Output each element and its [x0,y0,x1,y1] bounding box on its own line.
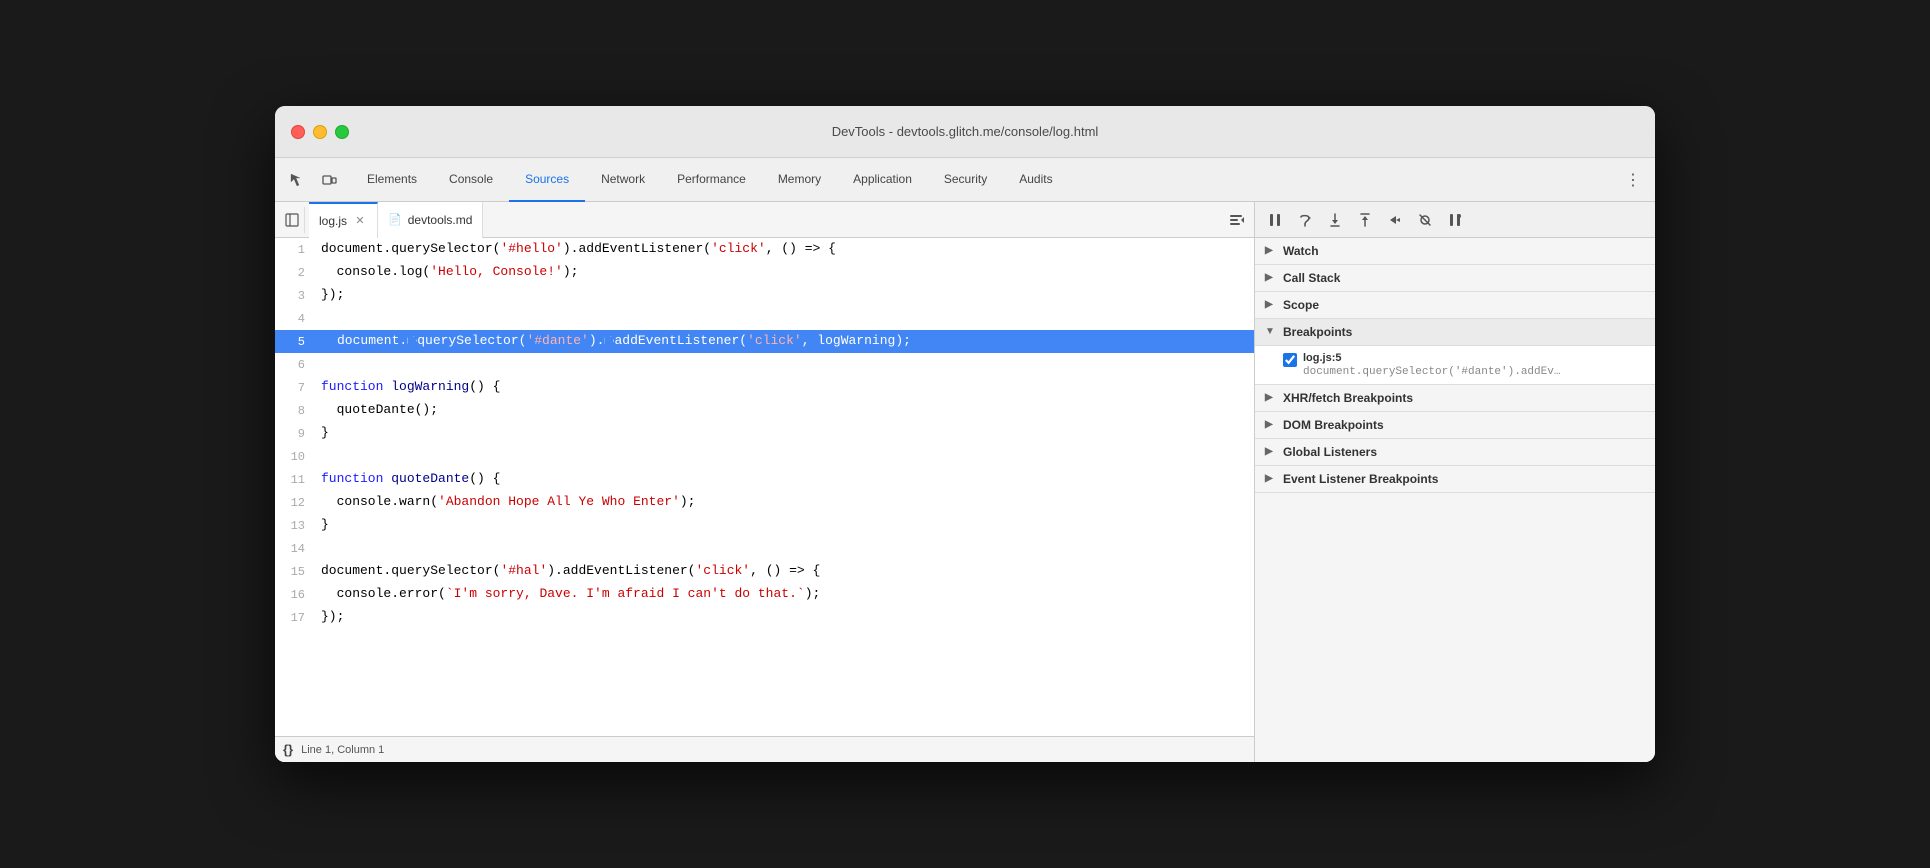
xhr-fetch-arrow-icon: ▶ [1265,392,1277,404]
cursor-position: Line 1, Column 1 [301,744,384,756]
code-line-7: 7 function logWarning() { [275,376,1254,399]
file-tabs-bar: log.js ✕ 📄 devtools.md [275,202,1254,238]
code-line-13: 13 } [275,514,1254,537]
breakpoints-arrow-icon: ▼ [1265,326,1277,338]
close-button[interactable] [291,125,305,139]
step-out-button[interactable] [1353,208,1377,232]
section-call-stack[interactable]: ▶ Call Stack [1255,265,1655,292]
maximize-button[interactable] [335,125,349,139]
code-line-16: 16 console.error(`I'm sorry, Dave. I'm a… [275,583,1254,606]
file-tab-log-js[interactable]: log.js ✕ [309,202,378,238]
status-bar: {} Line 1, Column 1 [275,736,1254,762]
breakpoint-location: log.js:5 [1303,352,1645,364]
section-global-listeners[interactable]: ▶ Global Listeners [1255,439,1655,466]
dom-bp-arrow-icon: ▶ [1265,419,1277,431]
right-sections: ▶ Watch ▶ Call Stack ▶ Scope [1255,238,1655,762]
inspect-icon[interactable] [283,166,311,194]
code-line-2: 2 console.log('Hello, Console!'); [275,261,1254,284]
more-tabs-button[interactable]: ⋮ [1619,166,1647,194]
section-scope[interactable]: ▶ Scope [1255,292,1655,319]
pretty-print-icon[interactable]: {} [283,742,293,757]
device-toolbar-icon[interactable] [315,166,343,194]
code-line-6: 6 [275,353,1254,376]
section-breakpoints[interactable]: ▼ Breakpoints [1255,319,1655,346]
pause-on-exceptions-button[interactable] [1443,208,1467,232]
tab-bar-right: ⋮ [1619,166,1647,194]
file-tabs-right [1222,206,1250,234]
breakpoint-info: log.js:5 document.querySelector('#dante'… [1303,352,1645,378]
window-title: DevTools - devtools.glitch.me/console/lo… [832,124,1099,139]
code-line-8: 8 quoteDante(); [275,399,1254,422]
code-line-3: 3 }); [275,284,1254,307]
title-bar: DevTools - devtools.glitch.me/console/lo… [275,106,1655,158]
tab-security[interactable]: Security [928,158,1003,202]
code-line-4: 4 [275,307,1254,330]
breakpoint-item: log.js:5 document.querySelector('#dante'… [1255,346,1655,384]
tab-console[interactable]: Console [433,158,509,202]
tab-application[interactable]: Application [837,158,928,202]
right-panel: ▶ Watch ▶ Call Stack ▶ Scope [1255,202,1655,762]
file-tab-devtools-md[interactable]: 📄 devtools.md [378,202,483,238]
code-line-1: 1 document.querySelector('#hello').addEv… [275,238,1254,261]
tab-performance[interactable]: Performance [661,158,762,202]
tab-memory[interactable]: Memory [762,158,837,202]
breakpoint-checkbox[interactable] [1283,353,1297,367]
global-listeners-arrow-icon: ▶ [1265,446,1277,458]
tab-audits[interactable]: Audits [1003,158,1068,202]
format-toggle-icon[interactable] [1222,206,1250,234]
section-event-listener-bp[interactable]: ▶ Event Listener Breakpoints [1255,466,1655,493]
minimize-button[interactable] [313,125,327,139]
code-line-14: 14 [275,537,1254,560]
event-listener-bp-arrow-icon: ▶ [1265,473,1277,485]
toggle-sidebar-icon[interactable] [279,207,305,233]
section-xhr-fetch[interactable]: ▶ XHR/fetch Breakpoints [1255,385,1655,412]
deactivate-breakpoints-button[interactable] [1413,208,1437,232]
code-line-10: 10 [275,445,1254,468]
section-watch[interactable]: ▶ Watch [1255,238,1655,265]
tab-sources[interactable]: Sources [509,158,585,202]
devtools-window: DevTools - devtools.glitch.me/console/lo… [275,106,1655,762]
tab-network[interactable]: Network [585,158,661,202]
main-tabs: Elements Console Sources Network Perform… [351,158,1619,202]
close-file-tab-icon[interactable]: ✕ [353,214,367,228]
step-into-button[interactable] [1323,208,1347,232]
pause-resume-button[interactable] [1263,208,1287,232]
code-editor: 1 document.querySelector('#hello').addEv… [275,238,1254,736]
code-line-11: 11 function quoteDante() { [275,468,1254,491]
tab-elements[interactable]: Elements [351,158,433,202]
tab-bar: Elements Console Sources Network Perform… [275,158,1655,202]
step-over-button[interactable] [1293,208,1317,232]
scope-arrow-icon: ▶ [1265,299,1277,311]
devtools-container: Elements Console Sources Network Perform… [275,158,1655,762]
right-toolbar [1255,202,1655,238]
tab-bar-left-icons [283,166,343,194]
call-stack-arrow-icon: ▶ [1265,272,1277,284]
traffic-lights [291,125,349,139]
breakpoint-code: document.querySelector('#dante').addEv… [1303,366,1645,378]
code-line-17: 17 }); [275,606,1254,629]
watch-arrow-icon: ▶ [1265,245,1277,257]
step-button[interactable] [1383,208,1407,232]
code-line-15: 15 document.querySelector('#hal').addEve… [275,560,1254,583]
breakpoints-content: log.js:5 document.querySelector('#dante'… [1255,346,1655,385]
section-dom-breakpoints[interactable]: ▶ DOM Breakpoints [1255,412,1655,439]
main-content: log.js ✕ 📄 devtools.md [275,202,1655,762]
code-line-5: 5 document.querySelector('#dante').addEv… [275,330,1254,353]
left-panel: log.js ✕ 📄 devtools.md [275,202,1255,762]
code-line-12: 12 console.warn('Abandon Hope All Ye Who… [275,491,1254,514]
code-line-9: 9 } [275,422,1254,445]
file-icon: 📄 [388,213,402,226]
